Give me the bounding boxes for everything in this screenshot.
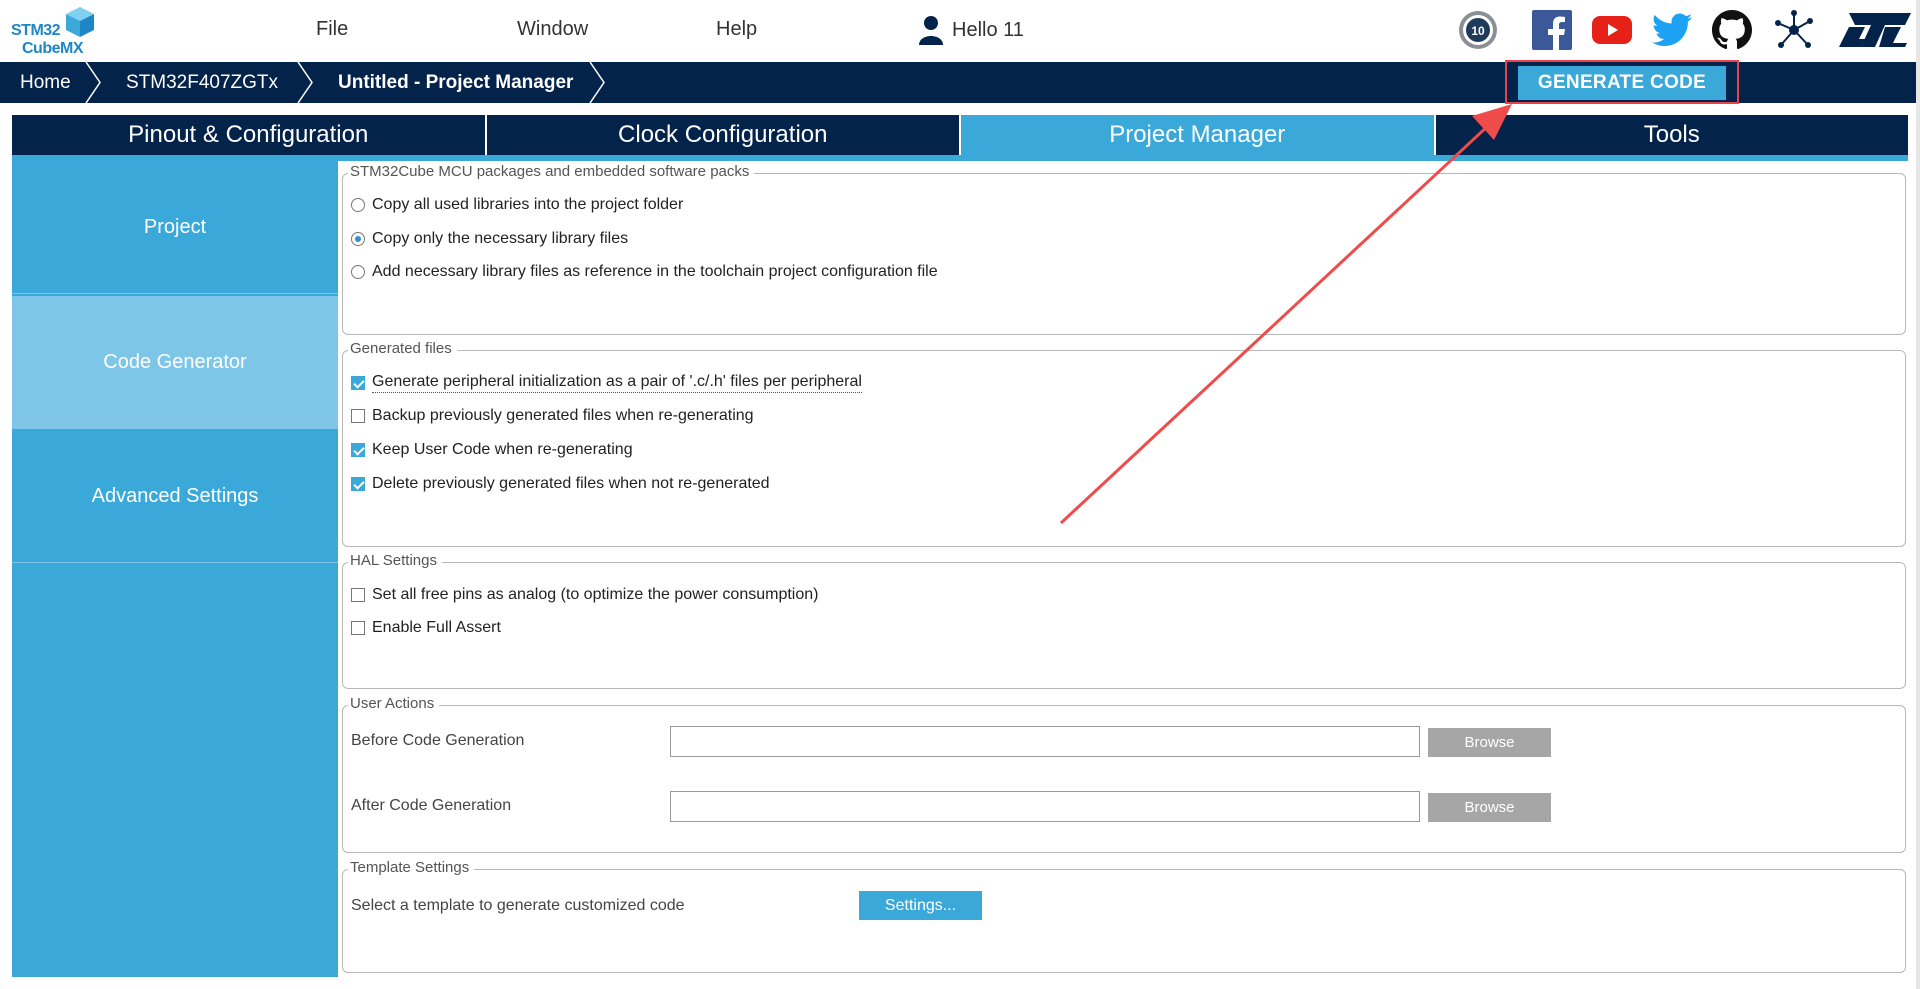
- twitter-icon[interactable]: [1650, 8, 1694, 52]
- template-settings-button[interactable]: Settings...: [859, 891, 982, 920]
- st-logo-icon[interactable]: [1834, 8, 1912, 52]
- github-icon[interactable]: [1710, 8, 1754, 52]
- generated-files-legend: Generated files: [348, 340, 457, 357]
- option-label: Copy all used libraries into the project…: [372, 196, 684, 213]
- breadcrumb-home[interactable]: Home: [20, 62, 71, 103]
- software-packs-group: STM32Cube MCU packages and embedded soft…: [342, 163, 1906, 335]
- browse-after-button[interactable]: Browse: [1428, 793, 1551, 822]
- user-account[interactable]: Hello 11: [918, 14, 1024, 46]
- option-label: Backup previously generated files when r…: [372, 407, 754, 424]
- network-icon[interactable]: [1772, 8, 1816, 52]
- chevron-right-icon: [85, 62, 101, 103]
- after-code-generation-input[interactable]: [670, 791, 1420, 822]
- checkbox-generate-peripheral-pair[interactable]: Generate peripheral initialization as a …: [351, 373, 862, 393]
- top-menu-bar: STM32 CubeMX File Window Help Hello 11 1…: [0, 0, 1920, 62]
- checkbox-free-pins-analog[interactable]: Set all free pins as analog (to optimize…: [351, 586, 818, 604]
- radio-copy-all-libraries[interactable]: Copy all used libraries into the project…: [351, 196, 683, 214]
- menu-file[interactable]: File: [316, 18, 348, 41]
- option-label: Add necessary library files as reference…: [372, 263, 938, 280]
- youtube-icon[interactable]: [1590, 8, 1634, 52]
- logo-text-cubemx: CubeMX: [22, 40, 84, 57]
- user-icon: [919, 16, 943, 45]
- user-actions-group: User Actions Before Code Generation Brow…: [342, 695, 1906, 853]
- logo-text-stm32: STM32: [11, 22, 61, 39]
- sidebar-item-project[interactable]: Project: [12, 161, 338, 294]
- option-label: Set all free pins as analog (to optimize…: [372, 586, 819, 603]
- hal-settings-legend: HAL Settings: [348, 552, 442, 569]
- before-code-generation-input[interactable]: [670, 726, 1420, 757]
- generate-code-button[interactable]: GENERATE CODE: [1518, 66, 1726, 100]
- sidebar: Project Code Generator Advanced Settings: [12, 161, 338, 977]
- checkbox-full-assert[interactable]: Enable Full Assert: [351, 619, 501, 637]
- stm32cubemx-logo: STM32 CubeMX: [8, 4, 100, 58]
- radio-button[interactable]: [351, 265, 365, 279]
- radio-button[interactable]: [351, 198, 365, 212]
- option-label: Copy only the necessary library files: [372, 230, 629, 247]
- chevron-right-icon: [589, 62, 605, 103]
- after-code-generation-label: After Code Generation: [351, 797, 512, 814]
- hal-settings-group: HAL Settings Set all free pins as analog…: [342, 552, 1906, 689]
- generated-files-group: Generated files Generate peripheral init…: [342, 340, 1906, 547]
- tab-pinout-configuration[interactable]: Pinout & Configuration: [12, 115, 487, 155]
- sidebar-item-code-generator[interactable]: Code Generator: [12, 296, 338, 429]
- checkbox-backup-files[interactable]: Backup previously generated files when r…: [351, 407, 754, 425]
- option-label: Delete previously generated files when n…: [372, 475, 770, 492]
- checkbox-delete-previous-files[interactable]: Delete previously generated files when n…: [351, 475, 770, 493]
- radio-add-reference[interactable]: Add necessary library files as reference…: [351, 263, 938, 281]
- menu-window[interactable]: Window: [517, 18, 588, 41]
- main-tabs: Pinout & Configuration Clock Configurati…: [12, 115, 1908, 161]
- software-packs-legend: STM32Cube MCU packages and embedded soft…: [348, 163, 755, 180]
- tab-clock-configuration[interactable]: Clock Configuration: [487, 115, 961, 155]
- anniversary-badge-icon[interactable]: 10: [1456, 8, 1500, 52]
- user-actions-legend: User Actions: [348, 695, 440, 712]
- facebook-icon[interactable]: [1530, 8, 1574, 52]
- menu-help[interactable]: Help: [716, 18, 757, 41]
- chevron-right-icon: [297, 62, 313, 103]
- option-label: Enable Full Assert: [372, 619, 501, 636]
- before-code-generation-label: Before Code Generation: [351, 732, 525, 749]
- checkbox[interactable]: [351, 409, 365, 423]
- sidebar-item-advanced-settings[interactable]: Advanced Settings: [12, 429, 338, 563]
- checkbox-keep-user-code[interactable]: Keep User Code when re-generating: [351, 441, 633, 459]
- checkbox[interactable]: [351, 621, 365, 635]
- radio-button-selected[interactable]: [351, 232, 365, 246]
- option-label: Keep User Code when re-generating: [372, 441, 633, 458]
- user-greeting: Hello 11: [952, 18, 1024, 41]
- checkbox-checked[interactable]: [351, 443, 365, 457]
- breadcrumb-mcu[interactable]: STM32F407ZGTx: [126, 62, 278, 103]
- option-label: Generate peripheral initialization as a …: [372, 373, 862, 393]
- scrollbar[interactable]: [1916, 0, 1920, 989]
- tab-project-manager[interactable]: Project Manager: [961, 115, 1436, 155]
- browse-before-button[interactable]: Browse: [1428, 728, 1551, 757]
- checkbox-checked[interactable]: [351, 376, 365, 390]
- radio-copy-necessary-files[interactable]: Copy only the necessary library files: [351, 230, 628, 248]
- breadcrumb-project[interactable]: Untitled - Project Manager: [338, 62, 573, 103]
- template-settings-group: Template Settings Select a template to g…: [342, 859, 1906, 973]
- tab-tools[interactable]: Tools: [1436, 115, 1909, 155]
- template-label: Select a template to generate customized…: [351, 897, 685, 914]
- generate-code-highlight: GENERATE CODE: [1505, 60, 1739, 104]
- svg-text:10: 10: [1471, 24, 1485, 38]
- checkbox[interactable]: [351, 588, 365, 602]
- template-settings-legend: Template Settings: [348, 859, 475, 876]
- checkbox-checked[interactable]: [351, 477, 365, 491]
